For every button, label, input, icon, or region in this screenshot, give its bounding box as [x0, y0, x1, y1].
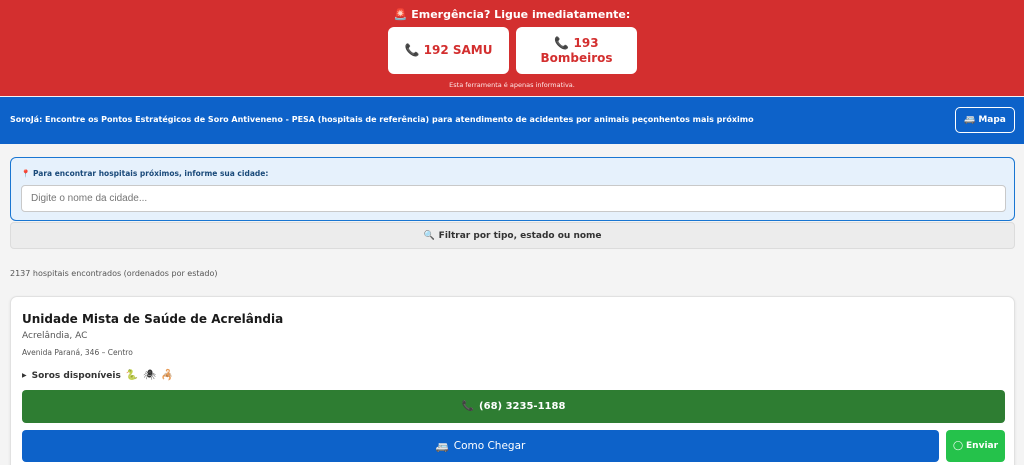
call-hospital-button[interactable]: 📞 (68) 3235-1188 [22, 390, 1005, 423]
car-icon: 🚐 [964, 115, 976, 125]
map-button-label: Mapa [978, 115, 1006, 125]
city-search-panel: 📍 Para encontrar hospitais próximos, inf… [10, 157, 1015, 221]
app-description: SoroJá: Encontre os Pontos Estratégicos … [10, 115, 754, 124]
filter-label: Filtrar por tipo, estado ou nome [438, 230, 602, 241]
call-bombeiros-button[interactable]: 📞 193 Bombeiros [516, 27, 637, 74]
phone-icon: 📞 [461, 401, 475, 412]
city-search-input[interactable] [21, 185, 1006, 212]
hospital-name: Unidade Mista de Saúde de Acrelândia [22, 312, 284, 326]
filter-toggle-button[interactable]: 🔍 Filtrar por tipo, estado ou nome [10, 222, 1015, 249]
hospital-phone: (68) 3235-1188 [479, 401, 566, 412]
whatsapp-label: Enviar [966, 441, 999, 451]
magnifier-icon: 🔍 [423, 230, 435, 241]
emergency-title: 🚨 Emergência? Ligue imediatamente: [393, 8, 631, 21]
scorpion-icon: 🦂 [160, 370, 174, 381]
app-header: SoroJá: Encontre os Pontos Estratégicos … [0, 97, 1024, 144]
emergency-banner: 🚨 Emergência? Ligue imediatamente: 📞 192… [0, 0, 1024, 96]
soros-label: Soros disponíveis [31, 370, 121, 381]
phone-icon: 📞 [404, 43, 420, 57]
bombeiros-number: 193 [573, 35, 599, 50]
whatsapp-share-button[interactable]: ◯ Enviar [946, 430, 1005, 462]
directions-label: Como Chegar [453, 440, 526, 452]
soros-disclosure[interactable]: ▶ Soros disponíveis 🐍 🕷 🦂 [22, 370, 173, 381]
phone-icon: 📞 [554, 35, 570, 50]
disclosure-triangle-icon: ▶ [22, 372, 27, 379]
map-button[interactable]: 🚐 Mapa [955, 107, 1015, 133]
city-search-label: 📍 Para encontrar hospitais próximos, inf… [21, 169, 269, 178]
snake-icon: 🐍 [125, 370, 139, 381]
results-count: 2137 hospitais encontrados (ordenados po… [10, 269, 218, 278]
disclaimer-note: Esta ferramenta é apenas informativa. [449, 81, 575, 89]
samu-label: 192 SAMU [423, 43, 493, 57]
hospital-card: Unidade Mista de Saúde de Acrelândia Acr… [10, 296, 1015, 465]
call-samu-button[interactable]: 📞 192 SAMU [388, 27, 509, 74]
spider-icon: 🕷 [143, 370, 156, 381]
bombeiros-label: Bombeiros [540, 50, 613, 65]
directions-button[interactable]: 🚐 Como Chegar [22, 430, 939, 462]
whatsapp-icon: ◯ [952, 441, 964, 451]
hospital-city: Acrelândia, AC [22, 331, 88, 341]
pin-icon: 📍 [21, 169, 31, 178]
car-icon: 🚐 [435, 440, 449, 453]
hospital-address: Avenida Paraná, 346 – Centro [22, 348, 133, 357]
